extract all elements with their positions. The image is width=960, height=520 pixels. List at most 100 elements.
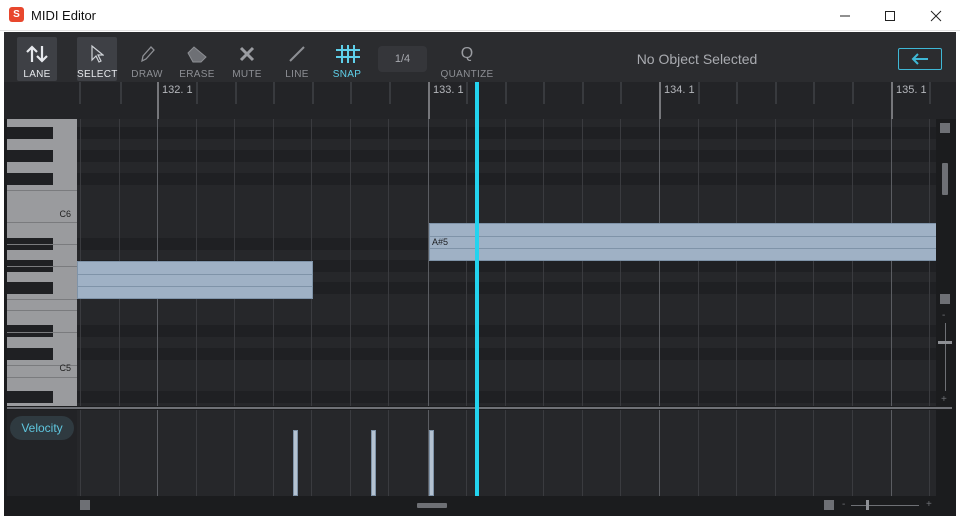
velocity-lane[interactable] — [77, 410, 936, 496]
playhead-cursor[interactable] — [475, 82, 479, 496]
tool-line-label: LINE — [285, 69, 309, 80]
velocity-bar[interactable] — [293, 430, 298, 496]
tool-lane-button[interactable]: LANE — [17, 37, 57, 81]
grid-beat-line — [388, 410, 389, 496]
grid-beat-line — [466, 119, 467, 406]
velocity-bar[interactable] — [371, 430, 376, 496]
tool-line-button[interactable]: LINE — [277, 37, 317, 81]
ruler-marker: 132. 1 — [162, 84, 193, 96]
grid-bar-line — [157, 410, 158, 496]
piano-keyboard[interactable]: C6 C5 — [7, 119, 77, 406]
black-key[interactable] — [7, 325, 53, 337]
horizontal-zoom-track[interactable] — [851, 505, 919, 506]
window-title: MIDI Editor — [31, 8, 97, 23]
grid-beat-line — [620, 119, 621, 406]
tool-quantize-button[interactable]: Q QUANTIZE — [440, 37, 494, 81]
vertical-zoom-track[interactable] — [945, 323, 946, 391]
scroll-down-button[interactable] — [940, 294, 950, 304]
scroll-right-button[interactable] — [824, 500, 834, 510]
velocity-lane-button[interactable]: Velocity — [10, 416, 74, 440]
grid-beat-line — [543, 410, 544, 496]
zoom-out-vertical[interactable]: - — [942, 310, 945, 321]
timeline-ruler[interactable] — [4, 82, 956, 119]
grid-bar-line — [891, 410, 892, 496]
zoom-out-horizontal[interactable]: - — [842, 499, 845, 510]
ruler-marker: 135. 1 — [896, 84, 927, 96]
horizontal-scroll-thumb[interactable] — [417, 503, 447, 508]
vertical-zoom-handle[interactable] — [938, 341, 952, 344]
grid-beat-line — [119, 410, 120, 496]
tool-select-button[interactable]: SELECT — [77, 37, 117, 81]
note-grid[interactable]: A#5 — [77, 119, 936, 406]
grid-row-black — [77, 127, 936, 139]
black-key[interactable] — [7, 282, 53, 294]
black-key[interactable] — [7, 127, 53, 139]
grid-row-black — [77, 173, 936, 185]
tool-mute-button[interactable]: MUTE — [226, 37, 268, 81]
tool-draw-button[interactable]: DRAW — [127, 37, 167, 81]
grid-beat-line — [582, 119, 583, 406]
tool-snap-label: SNAP — [332, 69, 362, 80]
scroll-left-button[interactable] — [80, 500, 90, 510]
white-key-divider — [7, 266, 77, 267]
close-icon — [930, 10, 942, 21]
zoom-in-horizontal[interactable]: + — [926, 499, 932, 510]
grid-beat-line — [350, 410, 351, 496]
left-arrow-icon — [911, 53, 928, 65]
key-label-c5: C5 — [59, 363, 71, 373]
horizontal-scrollbar[interactable] — [4, 496, 956, 516]
grid-row-black — [77, 150, 936, 162]
horizontal-zoom-handle[interactable] — [866, 500, 869, 510]
lane-divider[interactable] — [7, 407, 952, 409]
back-button[interactable] — [898, 48, 942, 70]
white-key-divider — [7, 222, 77, 223]
black-key[interactable] — [7, 173, 53, 185]
grid-beat-line — [698, 119, 699, 406]
grid-beat-line — [620, 410, 621, 496]
key-label-c6: C6 — [59, 209, 71, 219]
pencil-icon — [127, 43, 167, 65]
close-button[interactable] — [913, 0, 959, 31]
black-key[interactable] — [7, 348, 53, 360]
tool-snap-button[interactable]: SNAP — [326, 37, 368, 81]
diagonal-line-icon — [277, 43, 317, 65]
snap-value-selector[interactable]: 1/4 — [378, 46, 427, 72]
zoom-in-vertical[interactable]: + — [941, 394, 947, 405]
tool-mute-label: MUTE — [232, 69, 262, 80]
grid-beat-line — [388, 119, 389, 406]
grid-beat-line — [736, 410, 737, 496]
grid-beat-line — [698, 410, 699, 496]
grid-bar-line — [428, 119, 429, 406]
grid-beat-line — [505, 410, 506, 496]
minimize-icon — [840, 15, 850, 16]
maximize-icon — [885, 10, 895, 21]
tool-erase-button[interactable]: ERASE — [176, 37, 218, 81]
vertical-scroll-thumb[interactable] — [942, 163, 948, 195]
grid-row-black — [77, 348, 936, 360]
grid-beat-line — [80, 410, 81, 496]
grid-row-black — [77, 325, 936, 337]
midi-note[interactable]: A#5 — [429, 223, 936, 261]
grid-beat-line — [196, 410, 197, 496]
grid-beat-line — [813, 410, 814, 496]
white-key-divider — [7, 332, 77, 333]
tool-lane-label: LANE — [23, 69, 51, 80]
grid-beat-line — [466, 410, 467, 496]
grid-row-black — [77, 391, 936, 403]
black-key[interactable] — [7, 391, 53, 403]
midi-note[interactable] — [77, 261, 313, 299]
up-down-arrows-icon — [17, 43, 57, 65]
grid-beat-line — [852, 410, 853, 496]
maximize-button[interactable] — [867, 0, 913, 31]
grid-beat-line — [775, 119, 776, 406]
selection-status: No Object Selected — [636, 51, 758, 67]
grid-beat-line — [543, 119, 544, 406]
window-titlebar: S MIDI Editor — [0, 0, 960, 31]
minimize-button[interactable] — [822, 0, 868, 31]
scroll-up-button[interactable] — [940, 123, 950, 133]
eraser-icon — [176, 43, 218, 65]
black-key[interactable] — [7, 150, 53, 162]
white-key-divider — [7, 310, 77, 311]
velocity-bar[interactable] — [429, 430, 434, 496]
grid-bar-line — [659, 410, 660, 496]
